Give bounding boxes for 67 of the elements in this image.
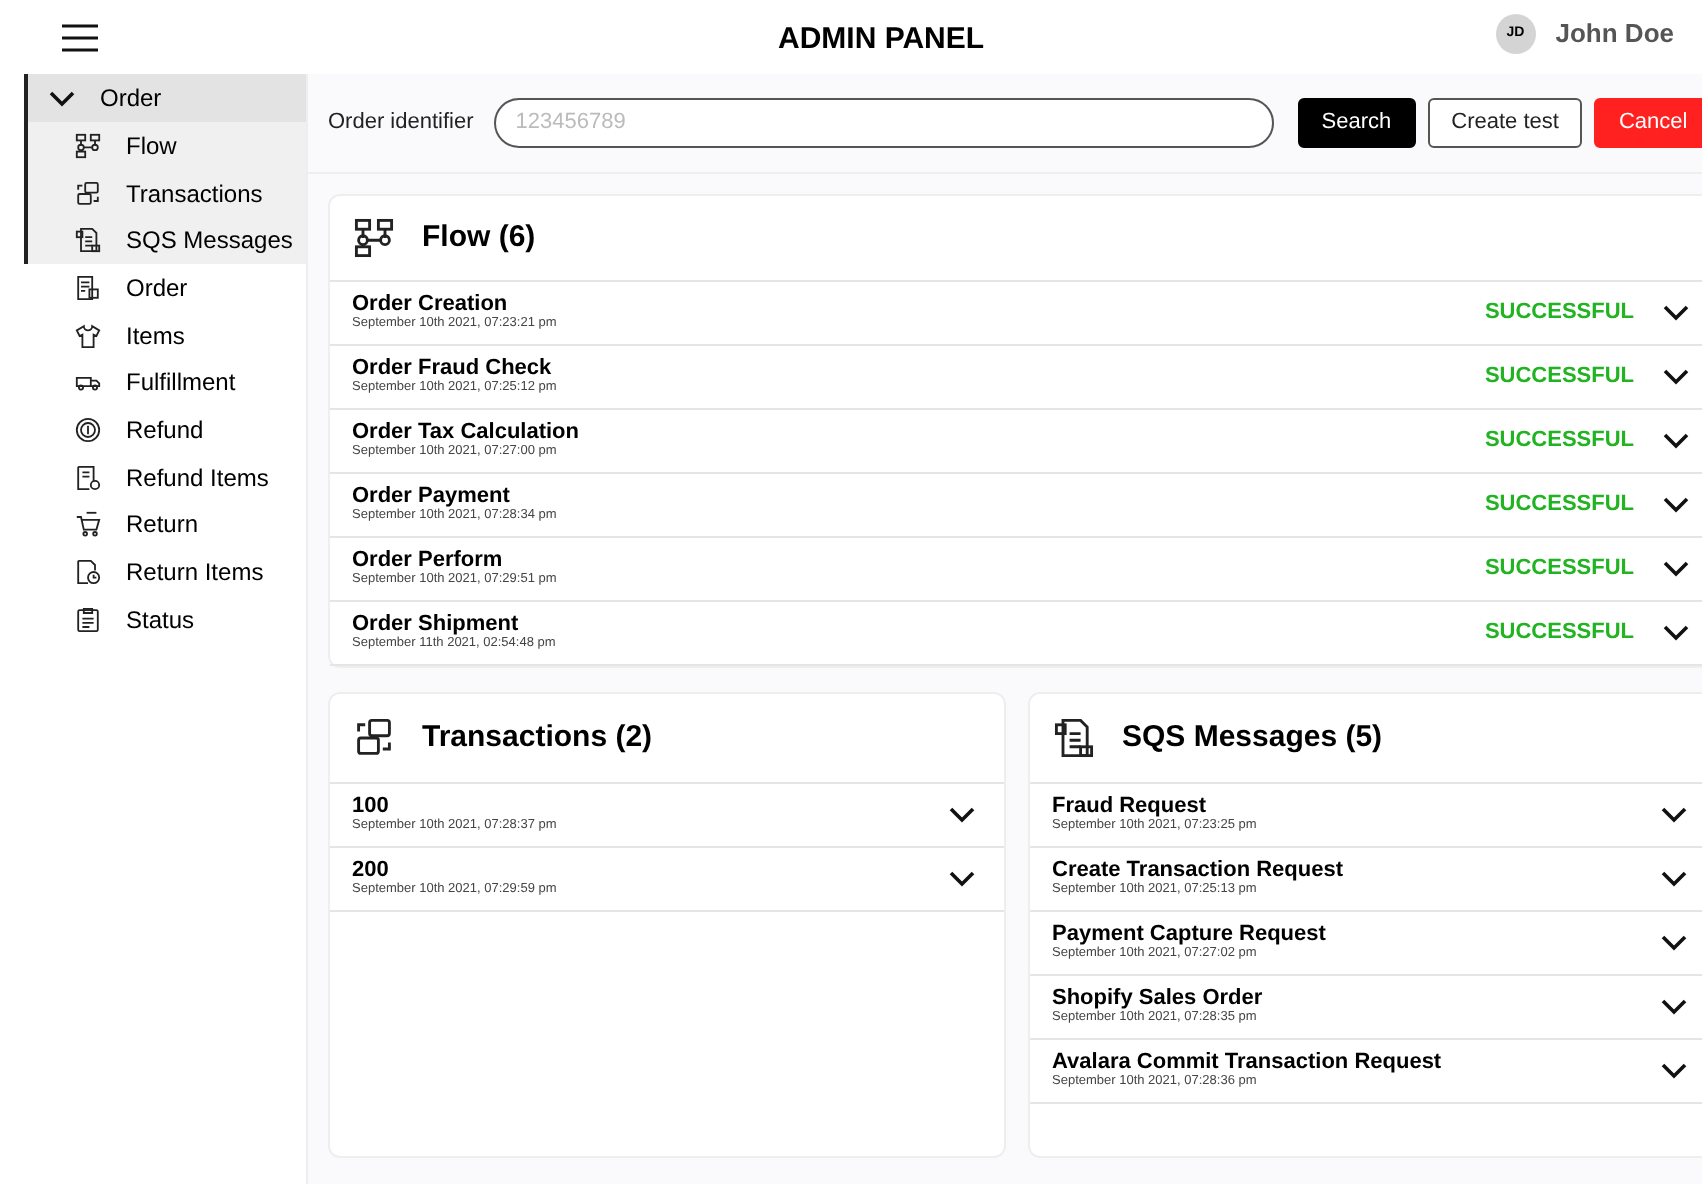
cards-exchange-icon	[74, 179, 102, 208]
chevron-down-icon[interactable]	[1660, 934, 1688, 952]
chevron-down-icon[interactable]	[1660, 998, 1688, 1016]
cart-icon	[74, 510, 102, 539]
order-identifier-field[interactable]: 123456789	[493, 97, 1274, 147]
sidebar-item[interactable]: Items	[24, 311, 306, 359]
chevron-down-icon[interactable]	[1662, 560, 1690, 578]
sidebar-item[interactable]: Fulfillment	[24, 358, 306, 407]
chevron-down-icon[interactable]	[1660, 870, 1688, 888]
sidebar-item[interactable]: Flow	[28, 122, 306, 170]
status-label: SUCCESSFUL	[1484, 298, 1634, 329]
item-title: Payment Capture Request	[1052, 924, 1328, 947]
coin-icon	[74, 415, 102, 444]
item-title: Order Shipment	[352, 614, 521, 637]
receipt-icon	[74, 273, 102, 302]
item-title: 100	[352, 796, 389, 819]
card-title: Flow (6)	[422, 217, 536, 258]
item-title: Fraud Request	[1052, 796, 1209, 819]
card-title: SQS Messages (5)	[1122, 717, 1383, 758]
sidebar-item[interactable]: SQS Messages	[28, 216, 306, 265]
card-title: Transactions (2)	[422, 717, 653, 758]
item-title: Order Perform	[352, 550, 505, 573]
sidebar-item[interactable]: Order	[24, 264, 306, 312]
chevron-down-icon[interactable]	[1660, 806, 1688, 824]
flow-chart-icon	[352, 216, 396, 260]
clipboard-icon	[74, 605, 102, 634]
shirt-icon	[74, 321, 102, 350]
sidebar-item[interactable]: Return	[24, 501, 306, 549]
chevron-down-icon[interactable]	[948, 870, 976, 888]
chevron-down-icon[interactable]	[1662, 432, 1690, 450]
status-label: SUCCESSFUL	[1484, 362, 1634, 393]
sidebar-item[interactable]: Return Items	[24, 548, 306, 596]
status-label: SUCCESSFUL	[1484, 618, 1634, 649]
item-title: Order Tax Calculation	[352, 422, 581, 445]
status-label: SUCCESSFUL	[1484, 426, 1634, 457]
chevron-down-icon[interactable]	[1662, 368, 1690, 386]
item-title: 200	[352, 860, 389, 883]
sidebar-item[interactable]: Refund Items	[24, 453, 306, 501]
search-button[interactable]: Search	[1297, 97, 1416, 147]
item-title: Order Payment	[352, 486, 512, 509]
document-clock-icon	[74, 558, 102, 587]
sidebar-item[interactable]: Status	[24, 595, 306, 644]
document-list-icon	[1052, 716, 1096, 760]
user-name[interactable]: John Doe	[1555, 14, 1674, 54]
chevron-down-icon[interactable]	[1662, 304, 1690, 322]
sidebar-item[interactable]: Refund	[24, 406, 306, 454]
receipt-icon	[74, 463, 102, 492]
sidebar-group-header[interactable]: Order	[28, 74, 306, 122]
cards-exchange-icon	[352, 716, 396, 760]
document-list-icon	[74, 226, 102, 255]
cancel-button[interactable]: Cancel	[1594, 97, 1702, 147]
chevron-down-icon[interactable]	[1662, 624, 1690, 642]
sidebar-item[interactable]: Transactions	[28, 169, 306, 217]
item-title: Order Creation	[352, 294, 510, 317]
chevron-down-icon[interactable]	[1662, 496, 1690, 514]
chevron-down-icon[interactable]	[1660, 1062, 1688, 1080]
status-label: SUCCESSFUL	[1484, 554, 1634, 585]
flow-chart-icon	[74, 131, 102, 160]
status-label: SUCCESSFUL	[1484, 490, 1634, 521]
create-test-button[interactable]: Create test	[1427, 97, 1583, 147]
item-title: Order Fraud Check	[352, 358, 554, 381]
item-title: Create Transaction Request	[1052, 860, 1345, 883]
item-title: Shopify Sales Order	[1052, 988, 1265, 1011]
item-title: Avalara Commit Transaction Request	[1052, 1052, 1444, 1075]
chevron-down-icon[interactable]	[948, 806, 976, 824]
field-label: Order identifier	[328, 107, 474, 138]
app-title: ADMIN PANEL	[778, 20, 985, 60]
